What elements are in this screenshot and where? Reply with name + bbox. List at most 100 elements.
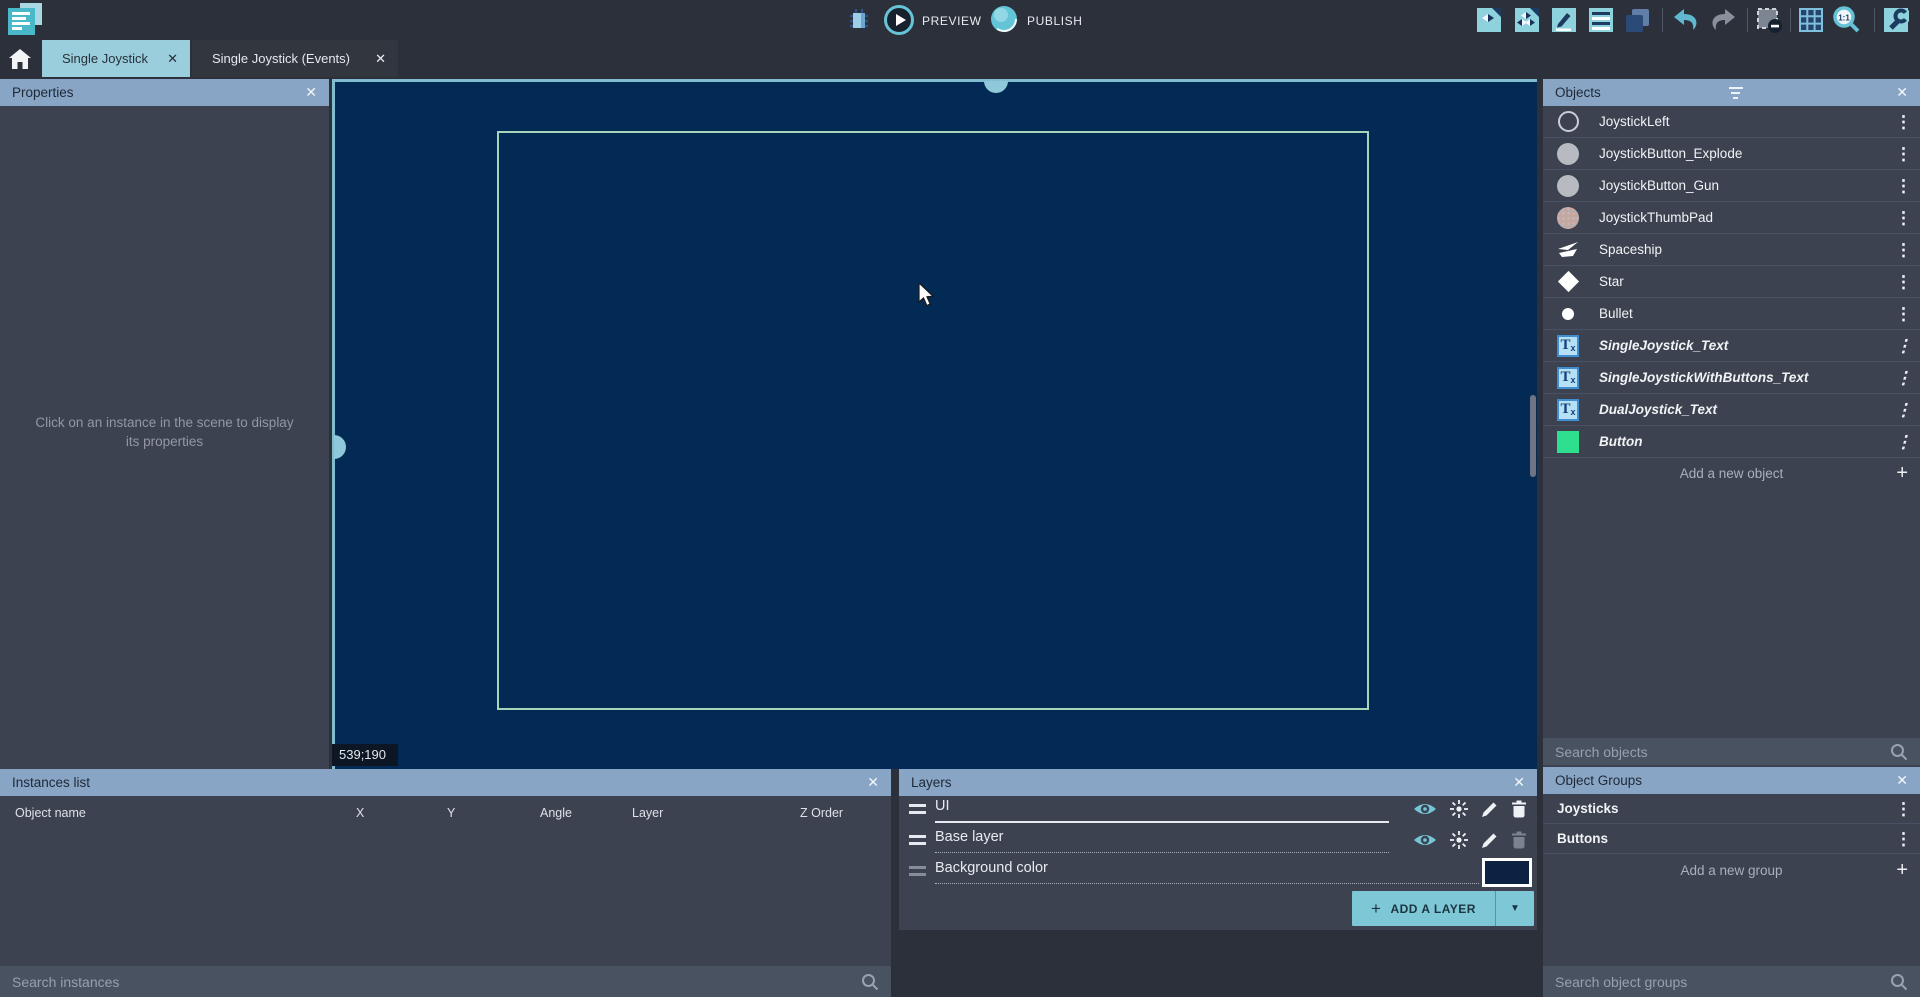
object-row[interactable]: Tx SingleJoystickWithButtons_Text ⋮: [1543, 362, 1920, 394]
layer-row-base[interactable]: Base layer: [899, 826, 1537, 857]
tab-single-joystick[interactable]: Single Joystick ✕: [42, 40, 190, 77]
search-object-groups-field[interactable]: [1543, 966, 1920, 997]
publish-globe-icon[interactable]: [990, 5, 1018, 38]
object-groups-panel-header: Object Groups ✕: [1543, 767, 1920, 794]
spaceship-icon: [1555, 237, 1581, 263]
search-objects-input[interactable]: [1555, 744, 1890, 760]
object-menu-icon[interactable]: ⋮: [1895, 433, 1912, 450]
filter-icon[interactable]: [1728, 87, 1744, 99]
search-objects-field[interactable]: [1543, 738, 1920, 765]
layer-name-field[interactable]: UI: [935, 798, 1389, 823]
close-icon[interactable]: ✕: [1896, 772, 1908, 789]
object-row[interactable]: JoystickThumbPad ⋮: [1543, 202, 1920, 234]
object-menu-icon[interactable]: ⋮: [1895, 305, 1912, 322]
object-group-row[interactable]: Buttons ⋮: [1543, 824, 1920, 854]
object-row[interactable]: JoystickLeft ⋮: [1543, 106, 1920, 138]
object-row[interactable]: Spaceship ⋮: [1543, 234, 1920, 266]
properties-empty-message: Click on an instance in the scene to dis…: [34, 413, 295, 451]
panel-title: Instances list: [12, 775, 90, 790]
object-group-row[interactable]: Joysticks ⋮: [1543, 794, 1920, 824]
object-row[interactable]: JoystickButton_Gun ⋮: [1543, 170, 1920, 202]
column-z-order: Z Order: [800, 806, 843, 820]
splitter-handle-top[interactable]: [984, 81, 1008, 93]
object-menu-icon[interactable]: ⋮: [1895, 241, 1912, 258]
undo-icon[interactable]: [1671, 5, 1701, 35]
scene-properties-wrench-icon[interactable]: [1881, 5, 1911, 35]
object-row[interactable]: Tx DualJoystick_Text ⋮: [1543, 394, 1920, 426]
publish-button[interactable]: PUBLISH: [1027, 14, 1083, 28]
object-row[interactable]: Tx SingleJoystick_Text ⋮: [1543, 330, 1920, 362]
layer-row-ui[interactable]: UI: [899, 795, 1537, 826]
home-tab[interactable]: [0, 40, 40, 77]
preview-play-icon[interactable]: [884, 5, 914, 35]
close-icon[interactable]: ✕: [1896, 84, 1908, 101]
tab-close-icon[interactable]: ✕: [361, 51, 386, 67]
splitter-handle-left[interactable]: [334, 435, 346, 459]
tab-close-icon[interactable]: ✕: [153, 51, 178, 67]
search-icon: [1890, 743, 1908, 761]
open-instances-list-icon[interactable]: [1586, 5, 1616, 35]
delete-selection-icon[interactable]: [1754, 5, 1784, 35]
visibility-eye-icon[interactable]: [1413, 832, 1437, 848]
object-name: Bullet: [1599, 306, 1633, 321]
debugger-chip-icon[interactable]: [846, 7, 872, 38]
search-instances-input[interactable]: [12, 974, 861, 990]
group-menu-icon[interactable]: ⋮: [1895, 800, 1912, 817]
open-properties-panel-icon[interactable]: [1549, 5, 1579, 35]
grid-icon[interactable]: [1796, 5, 1826, 35]
canvas-scrollbar[interactable]: [1530, 395, 1536, 477]
background-color-row[interactable]: Background color: [899, 857, 1537, 888]
text-object-icon: Tx: [1555, 333, 1581, 359]
close-icon[interactable]: ✕: [305, 84, 317, 101]
add-object-button[interactable]: Add a new object +: [1543, 458, 1920, 488]
object-row[interactable]: Bullet ⋮: [1543, 298, 1920, 330]
edit-pencil-icon[interactable]: [1481, 800, 1499, 818]
add-group-button[interactable]: Add a new group +: [1543, 856, 1920, 884]
search-object-groups-input[interactable]: [1555, 974, 1890, 990]
add-layer-button[interactable]: + ADD A LAYER ▼: [1352, 891, 1534, 926]
open-layers-editor-icon[interactable]: [1622, 5, 1652, 35]
drag-handle-icon[interactable]: [909, 835, 926, 847]
visibility-eye-icon[interactable]: [1413, 801, 1437, 817]
tab-single-joystick-events[interactable]: Single Joystick (Events) ✕: [192, 40, 398, 77]
app-logo-icon[interactable]: [8, 3, 46, 38]
edit-pencil-icon[interactable]: [1481, 831, 1499, 849]
object-row[interactable]: Star ⋮: [1543, 266, 1920, 298]
panel-title: Layers: [911, 775, 952, 790]
object-name: JoystickThumbPad: [1599, 210, 1713, 225]
plus-icon: +: [1896, 462, 1908, 485]
layer-effects-icon[interactable]: [1449, 830, 1469, 850]
object-menu-icon[interactable]: ⋮: [1895, 113, 1912, 130]
object-menu-icon[interactable]: ⋮: [1895, 177, 1912, 194]
redo-icon[interactable]: [1708, 5, 1738, 35]
background-color-swatch[interactable]: [1482, 858, 1532, 887]
scene-canvas[interactable]: 539;190: [332, 79, 1537, 769]
object-menu-icon[interactable]: ⋮: [1895, 337, 1912, 354]
drag-handle-icon[interactable]: [909, 804, 926, 816]
search-icon: [1890, 973, 1908, 991]
object-row[interactable]: JoystickButton_Explode ⋮: [1543, 138, 1920, 170]
object-menu-icon[interactable]: ⋮: [1895, 369, 1912, 386]
close-icon[interactable]: ✕: [867, 774, 879, 791]
open-object-groups-editor-icon[interactable]: [1512, 5, 1542, 35]
search-instances-field[interactable]: [0, 966, 891, 997]
object-menu-icon[interactable]: ⋮: [1895, 273, 1912, 290]
object-menu-icon[interactable]: ⋮: [1895, 401, 1912, 418]
delete-trash-icon[interactable]: [1511, 800, 1527, 818]
group-menu-icon[interactable]: ⋮: [1895, 830, 1912, 847]
toolbar-divider: [1747, 8, 1748, 32]
preview-button[interactable]: PREVIEW: [922, 14, 982, 28]
drag-handle-icon: [909, 866, 926, 878]
layers-panel: Layers ✕ UI: [899, 769, 1537, 930]
object-menu-icon[interactable]: ⋮: [1895, 145, 1912, 162]
top-toolbar: PREVIEW PUBLISH: [0, 0, 1920, 40]
add-layer-dropdown[interactable]: ▼: [1495, 891, 1534, 926]
layer-effects-icon[interactable]: [1449, 799, 1469, 819]
object-row[interactable]: Button ⋮: [1543, 426, 1920, 458]
layer-name-field[interactable]: Base layer: [935, 829, 1389, 853]
close-icon[interactable]: ✕: [1513, 774, 1525, 791]
object-menu-icon[interactable]: ⋮: [1895, 209, 1912, 226]
open-objects-editor-icon[interactable]: [1474, 5, 1504, 35]
zoom-original-icon[interactable]: 1:1: [1831, 5, 1861, 35]
instances-panel-header: Instances list ✕: [0, 769, 891, 796]
